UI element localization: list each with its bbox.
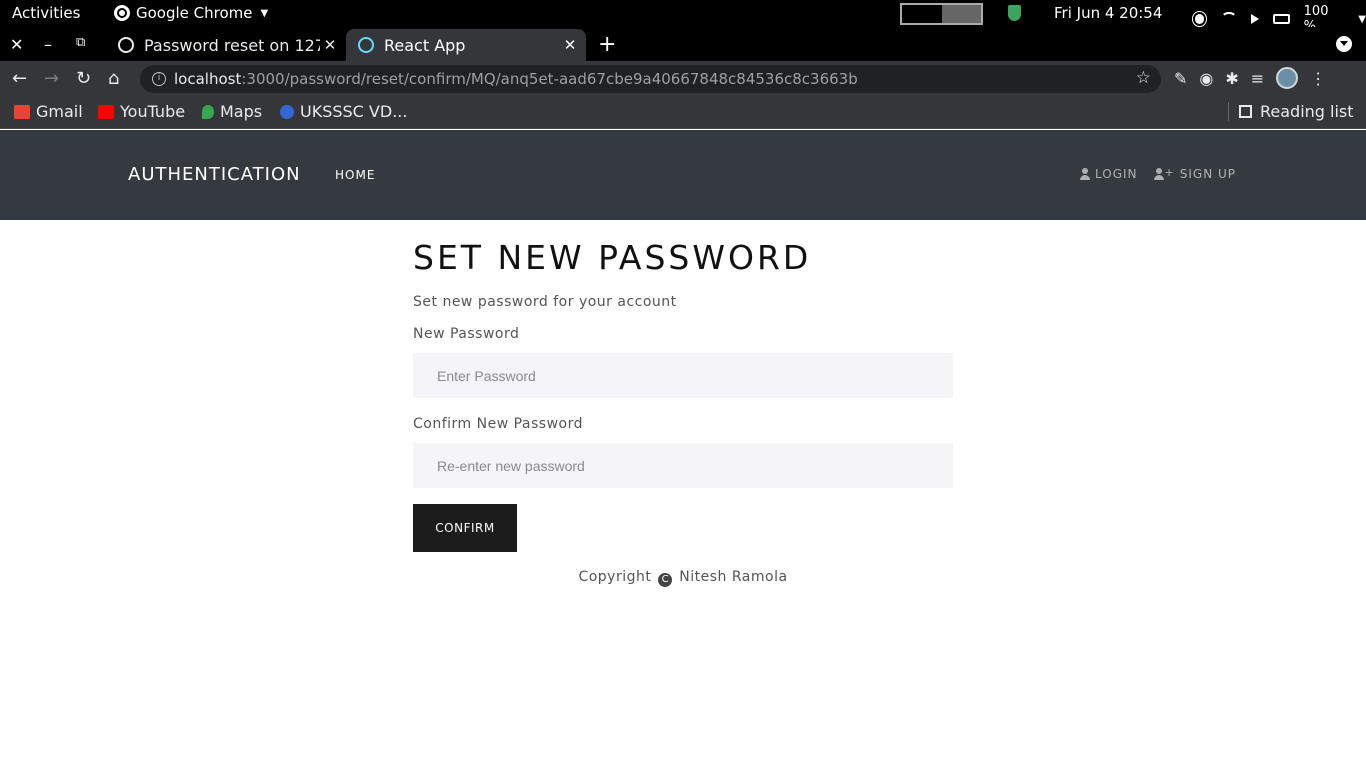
close-tab-icon[interactable]: ✕ (560, 36, 580, 54)
confirm-button[interactable]: CONFIRM (413, 504, 517, 552)
nav-signup-link[interactable]: + SIGN UP (1153, 166, 1237, 181)
footer-author: Nitesh Ramola (679, 569, 788, 585)
tab-react-app[interactable]: React App ✕ (346, 29, 586, 61)
workspace-indicator[interactable] (900, 3, 983, 25)
nav-home-link[interactable]: HOME (335, 168, 375, 182)
reset-password-form: SET NEW PASSWORD Set new password for yo… (413, 238, 953, 587)
bookmark-gmail[interactable]: Gmail (14, 102, 83, 121)
close-window-icon[interactable]: ✕ (10, 35, 23, 54)
page-subtitle: Set new password for your account (413, 294, 677, 310)
caret-down-icon: ▼ (260, 7, 269, 19)
user-plus-icon (1153, 168, 1164, 180)
app-menu[interactable]: Google Chrome ▼ (114, 4, 268, 22)
plus-icon: + (1164, 166, 1175, 179)
home-icon[interactable]: ⌂ (108, 68, 119, 89)
new-password-label: New Password (413, 326, 520, 342)
react-icon (358, 37, 374, 53)
url-host: localhost (174, 70, 242, 88)
activities-button[interactable]: Activities (12, 4, 80, 22)
caret-down-icon: ▼ (1358, 13, 1366, 25)
restore-window-icon[interactable]: ⧉ (76, 35, 85, 50)
github-icon (118, 37, 134, 53)
bookmark-label: Gmail (36, 102, 83, 121)
clock[interactable]: Fri Jun 4 20:54 (1054, 4, 1162, 22)
shield-icon[interactable] (1008, 5, 1021, 21)
tab-password-reset[interactable]: Password reset on 127 ✕ (110, 29, 346, 61)
bookmark-maps[interactable]: Maps (202, 102, 262, 121)
app-name: Google Chrome (136, 4, 253, 22)
browser-toolbar: ← → ↻ ⌂ i localhost:3000/password/reset/… (0, 61, 1366, 97)
menu-dots-icon[interactable]: ⋮ (1310, 69, 1326, 88)
confirm-password-label: Confirm New Password (413, 416, 584, 432)
system-top-bar: Activities Google Chrome ▼ Fri Jun 4 20:… (0, 0, 1366, 34)
copyright-icon: C (658, 573, 673, 587)
battery-icon (1272, 14, 1290, 24)
navbar-brand[interactable]: AUTHENTICATION (128, 164, 301, 185)
bookmark-youtube[interactable]: YouTube (98, 102, 185, 121)
new-password-input[interactable] (413, 353, 953, 398)
puzzle-extensions-icon[interactable]: ✱ (1225, 69, 1238, 88)
bookmarks-bar: Gmail YouTube Maps UKSSSC VD... Reading … (0, 97, 1366, 129)
footer: Copyright C Nitesh Ramola (413, 569, 953, 587)
wifi-icon (1221, 12, 1237, 26)
bookmark-label: Maps (220, 102, 263, 121)
user-icon (1080, 168, 1090, 180)
forward-icon[interactable]: → (44, 68, 59, 89)
reading-list-icon (1239, 105, 1252, 118)
address-bar[interactable]: i localhost:3000/password/reset/confirm/… (140, 65, 1161, 93)
tab-title: React App (384, 35, 466, 55)
chrome-icon (114, 5, 130, 21)
copyright-text: Copyright (578, 569, 652, 585)
app-navbar: AUTHENTICATION HOME LOGIN + SIGN UP (0, 130, 1366, 220)
url-path: :3000/password/reset/confirm/MQ/anq5et-a… (241, 70, 858, 88)
nav-login-label: LOGIN (1095, 167, 1138, 181)
site-info-icon[interactable]: i (152, 72, 166, 86)
tab-title: Password reset on 127 (144, 35, 320, 55)
close-tab-icon[interactable]: ✕ (320, 36, 340, 54)
bookmark-ukssc[interactable]: UKSSSC VD... (280, 102, 407, 121)
pen-extension-icon[interactable]: ✎ (1174, 69, 1187, 88)
minimize-window-icon[interactable]: – (44, 35, 52, 54)
bookmark-label: YouTube (120, 102, 186, 121)
back-icon[interactable]: ← (12, 68, 27, 89)
volume-icon (1250, 14, 1259, 24)
brightness-icon (1195, 14, 1205, 24)
new-tab-icon[interactable]: + (598, 32, 616, 57)
bookmark-star-icon[interactable]: ☆ (1136, 68, 1151, 88)
reading-list-button[interactable]: Reading list (1228, 102, 1354, 121)
extensions-area: ✎ ◉ ✱ ≡ ⋮ (1174, 67, 1326, 89)
reading-list-label: Reading list (1260, 102, 1354, 121)
bookmark-label: UKSSSC VD... (300, 102, 408, 121)
reload-icon[interactable]: ↻ (76, 68, 91, 89)
gmail-icon (14, 104, 30, 119)
profile-avatar[interactable] (1276, 67, 1299, 89)
spy-extension-icon[interactable]: ◉ (1199, 69, 1213, 88)
tab-search-icon[interactable] (1336, 36, 1352, 52)
media-control-icon[interactable]: ≡ (1251, 69, 1264, 88)
tab-strip: ✕ – ⧉ Password reset on 127 ✕ React App … (0, 27, 1366, 61)
youtube-icon (98, 104, 114, 119)
nav-login-link[interactable]: LOGIN (1080, 167, 1138, 181)
ukssc-icon (280, 104, 294, 119)
page-title: SET NEW PASSWORD (413, 238, 812, 277)
confirm-password-input[interactable] (413, 443, 953, 488)
nav-signup-label: SIGN UP (1179, 167, 1237, 181)
nav-auth-links: LOGIN + SIGN UP (1080, 166, 1237, 181)
maps-icon (202, 104, 214, 119)
